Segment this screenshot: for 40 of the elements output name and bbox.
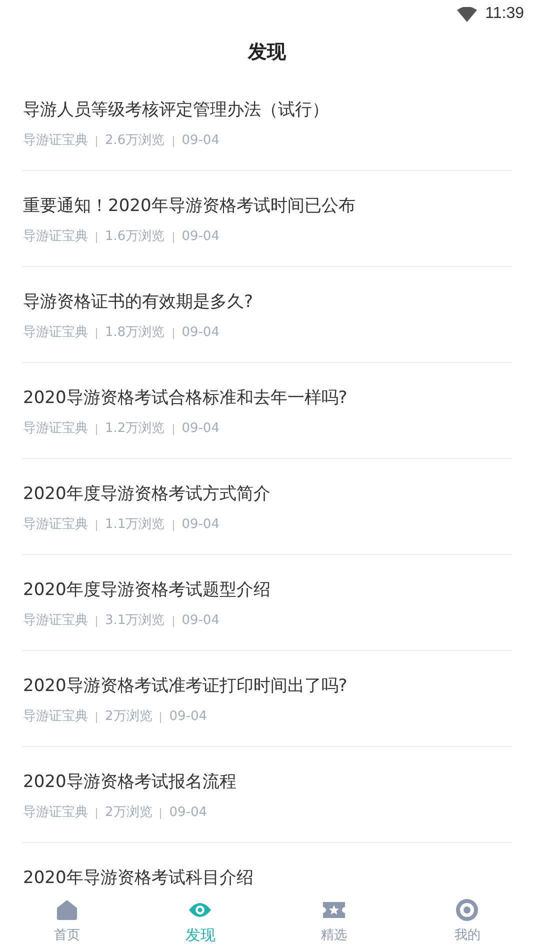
- view-count: 1.2万浏览: [105, 420, 165, 438]
- article-source: 导游证宝典: [23, 132, 88, 150]
- home-icon: [56, 899, 78, 921]
- article-date: 09-04: [169, 804, 208, 822]
- article-source: 导游证宝典: [23, 516, 88, 534]
- article-date: 09-04: [182, 132, 220, 150]
- article-date: 09-04: [182, 612, 220, 630]
- view-count: 1.8万浏览: [105, 324, 165, 342]
- article-title[interactable]: 2020导游资格考试准考证打印时间出了吗?: [23, 673, 512, 699]
- article-source: 导游证宝典: [23, 804, 88, 822]
- wifi-icon: [457, 6, 478, 22]
- target-icon: [455, 898, 480, 922]
- article-source: 导游证宝典: [23, 708, 88, 726]
- view-count: 2万浏览: [105, 708, 152, 726]
- article-source: 导游证宝典: [23, 612, 88, 630]
- view-count: 3.1万浏览: [105, 612, 165, 630]
- article-date: 09-04: [182, 228, 220, 246]
- article-source: 导游证宝典: [23, 324, 88, 342]
- article-date: 09-04: [182, 420, 220, 438]
- article-date: 09-04: [182, 324, 220, 342]
- article-title[interactable]: 重要通知！2020年导游资格考试时间已公布: [23, 193, 512, 219]
- article-source: 导游证宝典: [23, 228, 88, 246]
- clock: 11:39: [485, 5, 524, 23]
- article-date: 09-04: [169, 708, 208, 726]
- article-title[interactable]: 导游人员等级考核评定管理办法（试行）: [23, 97, 512, 123]
- eye-icon: [188, 900, 212, 918]
- view-count: 2万浏览: [105, 804, 152, 822]
- view-count: 1.1万浏览: [105, 516, 165, 534]
- view-count: 1.6万浏览: [105, 228, 165, 246]
- article-title[interactable]: 导游资格证书的有效期是多久?: [23, 289, 512, 315]
- view-count: 2.6万浏览: [105, 132, 165, 150]
- page-title: 发现: [248, 40, 286, 64]
- article-date: 09-04: [182, 516, 220, 534]
- article-title[interactable]: 2020年度导游资格考试方式简介: [23, 481, 512, 507]
- article-title[interactable]: 2020导游资格考试报名流程: [23, 769, 512, 795]
- article-source: 导游证宝典: [23, 420, 88, 438]
- article-title[interactable]: 2020导游资格考试合格标准和去年一样吗?: [23, 385, 512, 411]
- ticket-star-icon: [322, 901, 346, 919]
- article-title[interactable]: 2020年度导游资格考试题型介绍: [23, 577, 512, 603]
- article-title[interactable]: 2020年导游资格考试科目介绍: [23, 865, 512, 891]
